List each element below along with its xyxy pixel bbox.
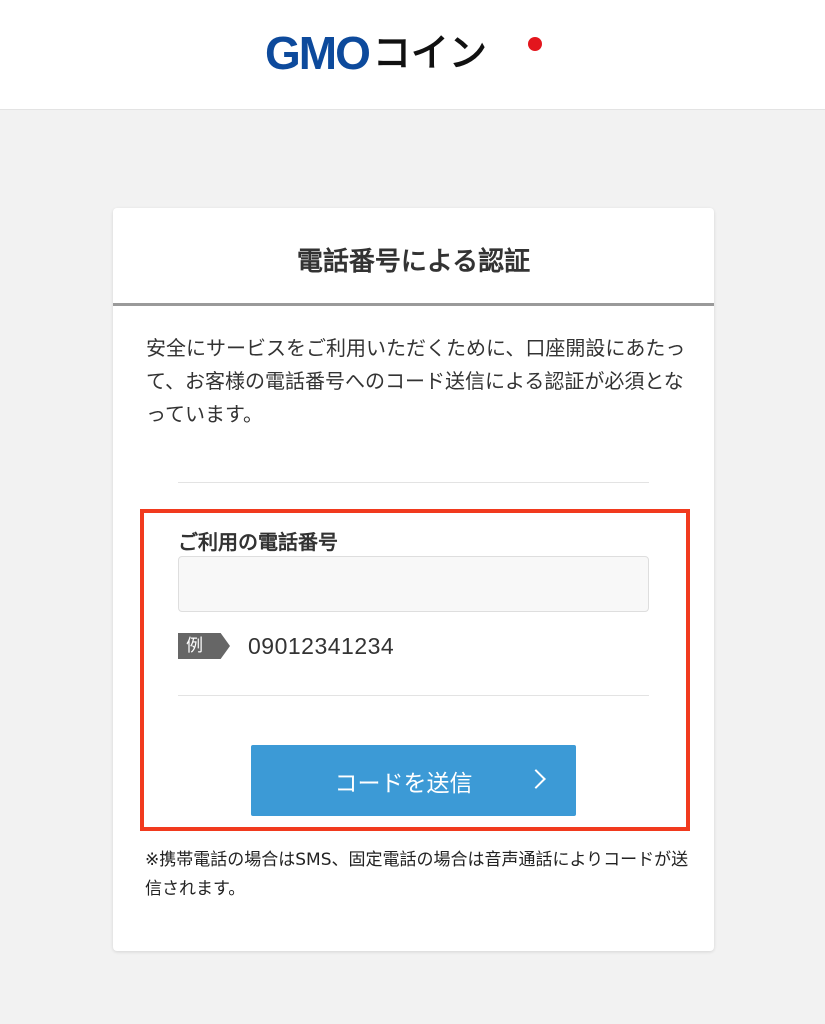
logo-red-dot-icon xyxy=(528,37,542,51)
send-code-button[interactable]: コードを送信 xyxy=(251,745,576,816)
sms-note: ※携帯電話の場合はSMS、固定電話の場合は音声通話によりコードが送信されます。 xyxy=(145,850,689,899)
phone-number-input[interactable] xyxy=(178,556,649,612)
gmo-coin-logo[interactable]: GMO コイン xyxy=(265,28,487,78)
intro-text: 安全にサービスをご利用いただくために、口座開設にあたって、お客様の電話番号へのコ… xyxy=(146,336,686,426)
card-title-text: 電話番号による認証 xyxy=(296,247,531,277)
example-row: 例 09012341234 xyxy=(178,632,394,660)
divider-top xyxy=(178,482,649,483)
card-title: 電話番号による認証 xyxy=(113,208,714,306)
divider-bottom xyxy=(178,695,649,696)
logo-coin-text: コイン xyxy=(372,31,487,75)
example-badge: 例 xyxy=(178,633,230,659)
example-value: 09012341234 xyxy=(248,632,395,659)
logo-gmo-text: GMO xyxy=(265,27,371,79)
phone-field-label: ご利用の電話番号 xyxy=(178,530,338,554)
chevron-right-icon xyxy=(526,769,546,789)
send-code-button-label: コードを送信 xyxy=(334,770,473,797)
page-header: GMO コイン xyxy=(0,0,825,110)
